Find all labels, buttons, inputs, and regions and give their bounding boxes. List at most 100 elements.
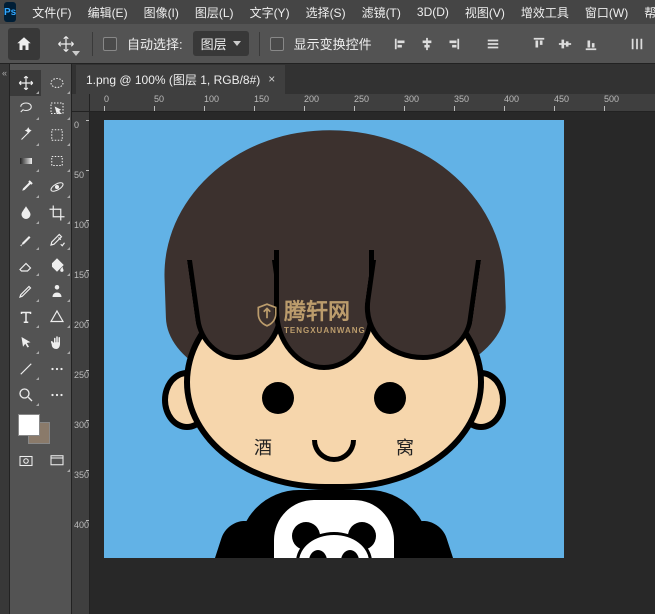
distribute-button[interactable] bbox=[627, 34, 647, 54]
line-tool[interactable] bbox=[10, 356, 41, 382]
move-tool[interactable] bbox=[10, 70, 41, 96]
triangle-icon bbox=[48, 308, 66, 326]
vertical-ruler[interactable]: 050100150200250300350400 bbox=[72, 112, 90, 614]
menu-3d[interactable]: 3D(D) bbox=[409, 2, 457, 22]
slice-tool[interactable] bbox=[41, 148, 72, 174]
eraser-icon bbox=[17, 256, 35, 274]
align-top-button[interactable] bbox=[529, 34, 549, 54]
cartoon-eye-right bbox=[374, 382, 406, 414]
cheek-text-left: 酒 bbox=[254, 434, 272, 460]
align-vcenter-button[interactable] bbox=[555, 34, 575, 54]
tab-close-button[interactable]: × bbox=[268, 72, 275, 86]
marquee-tool[interactable] bbox=[41, 70, 72, 96]
cartoon-eye-left bbox=[262, 382, 294, 414]
foreground-color-swatch[interactable] bbox=[18, 414, 40, 436]
menu-edit[interactable]: 编辑(E) bbox=[80, 1, 136, 24]
menu-type[interactable]: 文字(Y) bbox=[242, 1, 298, 24]
paintbrush-tool[interactable] bbox=[10, 226, 41, 252]
ruler-tick: 0 bbox=[104, 94, 109, 104]
spot-heal-tool[interactable] bbox=[41, 174, 72, 200]
color-swatches[interactable] bbox=[10, 408, 71, 448]
menu-image[interactable]: 图像(I) bbox=[136, 1, 187, 24]
layer-target-dropdown[interactable]: 图层 bbox=[193, 31, 249, 56]
frame-icon bbox=[48, 126, 66, 144]
home-button[interactable] bbox=[8, 28, 40, 60]
menu-filter[interactable]: 滤镜(T) bbox=[354, 1, 409, 24]
ruler-tick: 0 bbox=[74, 120, 79, 130]
hand-icon bbox=[48, 334, 66, 352]
eraser-tool[interactable] bbox=[10, 252, 41, 278]
auto-select-checkbox[interactable] bbox=[103, 37, 117, 51]
align-bottom-icon bbox=[584, 37, 598, 51]
document-tab[interactable]: 1.png @ 100% (图层 1, RGB/8#) × bbox=[76, 65, 285, 94]
edit-toolbar[interactable] bbox=[41, 382, 72, 408]
watermark-subtext: TENGXUANWANG bbox=[284, 326, 366, 335]
align-justify-button[interactable] bbox=[483, 34, 503, 54]
align-bottom-button[interactable] bbox=[581, 34, 601, 54]
paint-bucket-tool[interactable] bbox=[41, 252, 72, 278]
droplet-icon bbox=[17, 204, 35, 222]
person-tool[interactable] bbox=[41, 278, 72, 304]
quick-mask-icon bbox=[17, 452, 35, 470]
magic-wand-tool[interactable] bbox=[10, 122, 41, 148]
line-icon bbox=[17, 360, 35, 378]
history-brush-tool[interactable] bbox=[41, 226, 72, 252]
menu-window[interactable]: 窗口(W) bbox=[577, 1, 636, 24]
hand-tool[interactable] bbox=[41, 330, 72, 356]
document-canvas[interactable]: 酒 窝 腾轩网 TENGXUANWANG bbox=[104, 120, 564, 558]
ruler-tick: 300 bbox=[74, 420, 89, 430]
menu-file[interactable]: 文件(F) bbox=[24, 1, 79, 24]
move-tool-indicator[interactable] bbox=[50, 28, 82, 60]
path-select-tool[interactable] bbox=[10, 330, 41, 356]
move-arrows-icon bbox=[17, 74, 35, 92]
divider bbox=[92, 32, 93, 56]
screen-mode-toggle[interactable] bbox=[41, 448, 72, 474]
magic-wand-icon bbox=[17, 126, 35, 144]
align-left-button[interactable] bbox=[391, 34, 411, 54]
eyedropper-icon bbox=[17, 178, 35, 196]
type-tool[interactable] bbox=[10, 304, 41, 330]
bandage-icon bbox=[48, 178, 66, 196]
type-icon bbox=[17, 308, 35, 326]
watermark: 腾轩网 TENGXUANWANG bbox=[254, 294, 366, 335]
eyedropper-tool[interactable] bbox=[10, 174, 41, 200]
horizontal-ruler[interactable]: 050100150200250300350400450500 bbox=[90, 94, 655, 112]
menu-plugins[interactable]: 增效工具 bbox=[513, 1, 577, 24]
crop-tool[interactable] bbox=[10, 148, 41, 174]
ruler-tick: 400 bbox=[74, 520, 89, 530]
menu-view[interactable]: 视图(V) bbox=[457, 1, 513, 24]
shape-tool[interactable] bbox=[41, 304, 72, 330]
frame-tool[interactable] bbox=[41, 122, 72, 148]
zoom-icon bbox=[17, 386, 35, 404]
rect-marquee-icon bbox=[48, 152, 66, 170]
ruler-tick: 350 bbox=[454, 94, 469, 104]
menu-select[interactable]: 选择(S) bbox=[298, 1, 354, 24]
app-logo[interactable]: Ps bbox=[4, 2, 16, 22]
show-transform-checkbox[interactable] bbox=[270, 37, 284, 51]
dots-icon bbox=[48, 360, 66, 378]
cheek-text-right: 窝 bbox=[396, 434, 414, 460]
gradient-icon bbox=[17, 152, 35, 170]
menu-help[interactable]: 帮助(H) bbox=[636, 1, 655, 24]
object-select-tool[interactable] bbox=[41, 96, 72, 122]
clone-stamp-tool[interactable] bbox=[41, 200, 72, 226]
zoom-tool[interactable] bbox=[10, 382, 41, 408]
quick-mask-toggle[interactable] bbox=[10, 448, 41, 474]
ruler-tick: 450 bbox=[554, 94, 569, 104]
tools-panel bbox=[10, 64, 72, 614]
align-hcenter-button[interactable] bbox=[417, 34, 437, 54]
ruler-corner[interactable] bbox=[72, 94, 90, 112]
ruler-tick: 100 bbox=[74, 220, 89, 230]
menu-layer[interactable]: 图层(L) bbox=[187, 1, 242, 24]
align-right-button[interactable] bbox=[443, 34, 463, 54]
brush-icon bbox=[17, 230, 35, 248]
lasso-tool[interactable] bbox=[10, 96, 41, 122]
align-left-icon bbox=[394, 37, 408, 51]
ruler-tick: 50 bbox=[74, 170, 84, 180]
pen-tool[interactable] bbox=[10, 278, 41, 304]
brush-tool[interactable] bbox=[10, 200, 41, 226]
panel-collapse-handle[interactable]: « bbox=[0, 64, 10, 614]
menu-bar: Ps 文件(F) 编辑(E) 图像(I) 图层(L) 文字(Y) 选择(S) 滤… bbox=[0, 0, 655, 24]
ruler-tick: 150 bbox=[254, 94, 269, 104]
more-tools[interactable] bbox=[41, 356, 72, 382]
